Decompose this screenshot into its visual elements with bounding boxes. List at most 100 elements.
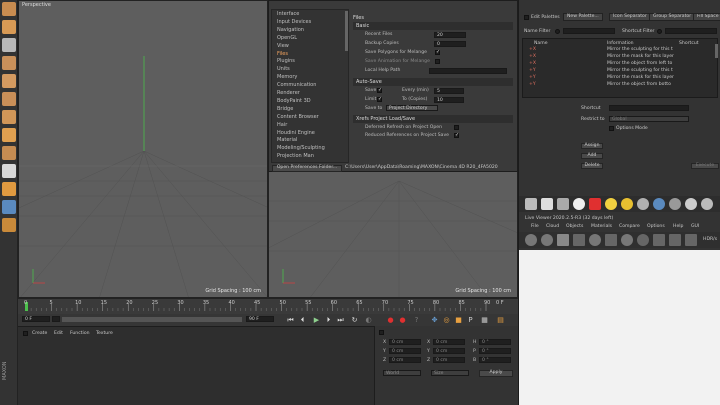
lv-refresh-icon[interactable]	[541, 234, 553, 246]
go-end-icon[interactable]: ⏭	[336, 316, 345, 325]
col-information[interactable]: Information	[607, 41, 634, 46]
reduced-references-checkbox[interactable]	[454, 132, 459, 138]
prefs-nav-item[interactable]: Input Devices	[277, 19, 311, 27]
timeline-ruler[interactable]	[18, 299, 518, 313]
range-start-field[interactable]	[52, 316, 60, 322]
mat-menu-edit[interactable]: Edit	[54, 331, 63, 336]
range-end-field[interactable]: 90 F	[246, 316, 274, 322]
snap-icon[interactable]	[2, 164, 16, 178]
command-row-info[interactable]: Mirror the sculpting for this t	[607, 68, 673, 73]
save-to-dropdown[interactable]: Project Directory	[386, 105, 438, 111]
world-dropdown[interactable]: World	[383, 370, 421, 376]
command-row-name[interactable]: +Y	[529, 75, 536, 80]
prefs-nav-item[interactable]: Projection Man	[277, 153, 314, 161]
lv-region-icon[interactable]	[573, 234, 585, 246]
prefs-nav-item[interactable]: Plugins	[277, 58, 295, 66]
viewport-perspective[interactable]: Perspective Grid Spacing : 100 cm	[18, 0, 268, 298]
lv-pick-icon[interactable]	[589, 234, 601, 246]
command-row-name[interactable]: +X	[529, 61, 536, 66]
fill-space-button[interactable]: Fill Space	[693, 13, 720, 21]
save-animation-checkbox[interactable]	[435, 59, 440, 64]
material-icon[interactable]	[557, 198, 569, 210]
recent-files-field[interactable]: 20	[434, 32, 466, 38]
coord-value-field[interactable]: 0 cm	[389, 357, 421, 363]
backup-copies-field[interactable]: 0	[434, 41, 466, 47]
lv-zoom-icon[interactable]	[685, 234, 697, 246]
new-palette-button[interactable]: New Palette...	[563, 13, 603, 21]
light-icon[interactable]	[605, 198, 617, 210]
command-row-info[interactable]: Mirror the mask for this layer	[607, 54, 674, 59]
edges-mode-icon[interactable]	[2, 92, 16, 106]
move-key-icon[interactable]: ✥	[430, 316, 439, 325]
coord-value-field[interactable]: 0 °	[479, 348, 511, 354]
edit-palettes-checkbox[interactable]	[524, 15, 529, 20]
limit-checkbox[interactable]	[377, 96, 382, 102]
command-row-name[interactable]: +Y	[529, 82, 536, 87]
coord-value-field[interactable]: 0 cm	[389, 348, 421, 354]
prev-key-icon[interactable]: ⏴	[298, 316, 307, 325]
render-icon[interactable]	[525, 198, 537, 210]
lv-menu-help[interactable]: Help	[673, 224, 683, 229]
mat-menu-create[interactable]: Create	[32, 331, 47, 336]
lv-clay-icon[interactable]	[637, 234, 649, 246]
lv-settings-icon[interactable]	[525, 234, 537, 246]
sun-icon[interactable]	[621, 198, 633, 210]
prefs-nav-item[interactable]: Communication	[277, 82, 316, 90]
coord-value-field[interactable]: 0 cm	[433, 348, 465, 354]
lv-menu-options[interactable]: Options	[647, 224, 665, 229]
coord-value-field[interactable]: 0 °	[479, 339, 511, 345]
coord-value-field[interactable]: 0 cm	[433, 339, 465, 345]
lv-pause-icon[interactable]	[557, 234, 569, 246]
prefs-nav-item[interactable]: Material	[277, 137, 297, 145]
xrefs-header[interactable]: Xrefs Project Load/Save	[353, 115, 513, 123]
param-key-icon[interactable]: P	[466, 316, 475, 325]
delete-button[interactable]: Delete	[581, 163, 603, 169]
loop-icon[interactable]: ↻	[350, 316, 359, 325]
polygons-mode-icon[interactable]	[2, 110, 16, 124]
target-icon[interactable]	[573, 198, 585, 210]
local-help-field[interactable]	[429, 68, 507, 74]
autosave-checkbox[interactable]	[377, 87, 382, 93]
command-row-name[interactable]: +Y	[529, 68, 536, 73]
lv-save-icon[interactable]	[653, 234, 665, 246]
prefs-nav-item[interactable]: Interface	[277, 11, 299, 19]
hdri-icon[interactable]	[669, 198, 681, 210]
shortcut-field[interactable]	[609, 105, 689, 111]
timeline-icon[interactable]: ▤	[496, 316, 505, 325]
lv-menu-cloud[interactable]: Cloud	[546, 224, 559, 229]
coord-value-field[interactable]: 0 °	[479, 357, 511, 363]
autosave-header[interactable]: Auto-Save	[353, 78, 513, 86]
record-icon[interactable]: ●	[386, 316, 395, 325]
name-filter-toggle[interactable]	[555, 29, 560, 34]
options-mode-checkbox[interactable]	[609, 126, 614, 131]
hdr-label[interactable]: HDR/s	[703, 237, 717, 242]
open-preferences-folder-button[interactable]: Open Preferences Folder...	[272, 165, 342, 172]
texture-mode-icon[interactable]	[2, 56, 16, 70]
model-mode-icon[interactable]	[2, 20, 16, 34]
autokey-icon[interactable]: ●	[398, 316, 407, 325]
magnet-icon[interactable]	[2, 182, 16, 196]
execute-button[interactable]: Execute	[691, 163, 719, 169]
current-frame-field[interactable]: 0 F	[22, 316, 50, 322]
prefs-nav-item[interactable]: View	[277, 43, 289, 51]
save-polygons-checkbox[interactable]	[435, 49, 440, 55]
size-dropdown[interactable]: Size	[431, 370, 469, 376]
lv-compare-icon[interactable]	[669, 234, 681, 246]
lv-menu-gui[interactable]: GUI	[691, 224, 699, 229]
tweak-icon[interactable]	[2, 146, 16, 160]
shortcut-filter-input[interactable]	[665, 28, 717, 34]
sphere-alt-icon[interactable]	[701, 198, 713, 210]
undo-icon[interactable]	[2, 2, 16, 16]
col-shortcut[interactable]: Shortcut	[679, 41, 699, 46]
lv-lock-icon[interactable]	[605, 234, 617, 246]
prefs-nav-item[interactable]: Memory	[277, 74, 297, 82]
go-start-icon[interactable]: ⏮	[286, 316, 295, 325]
restrict-to-dropdown[interactable]: Global	[609, 116, 689, 122]
icon-separator-button[interactable]: Icon Separator	[609, 13, 651, 21]
shortcut-filter-toggle[interactable]	[657, 29, 662, 34]
scale-key-icon[interactable]: ■	[454, 316, 463, 325]
lv-menu-compare[interactable]: Compare	[619, 224, 640, 229]
col-name[interactable]: Name	[534, 41, 548, 46]
rotate-key-icon[interactable]: ◎	[442, 316, 451, 325]
prefs-nav-item[interactable]: Modeling/Sculpting	[277, 145, 325, 153]
